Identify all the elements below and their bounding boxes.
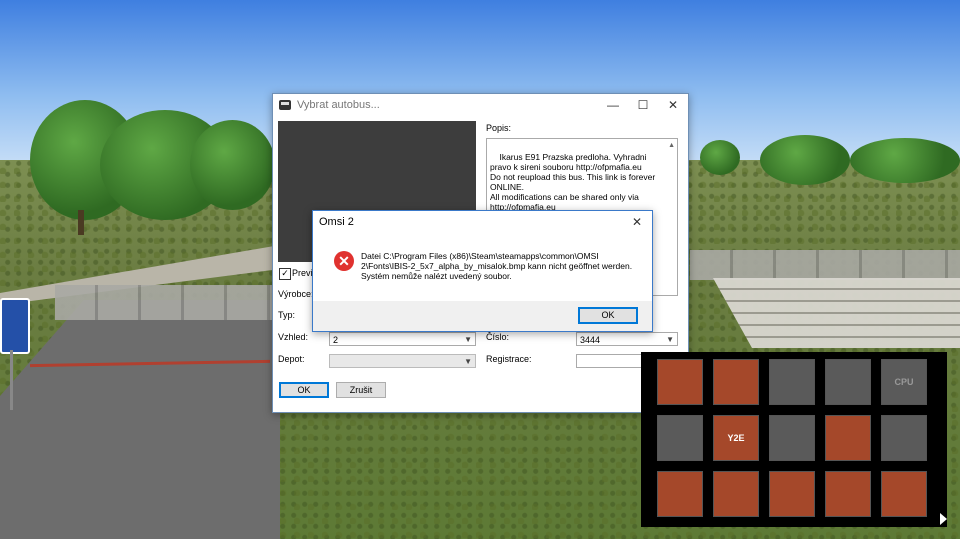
tree [760,135,850,185]
cpu-bus-icon[interactable]: CPU [881,359,927,405]
bus-change-icon[interactable] [713,359,759,405]
chevron-down-icon: ▼ [666,335,674,344]
error-message: Datei C:\Program Files (x86)\Steam\steam… [361,251,641,281]
number-value: 3444 [580,335,601,345]
error-footer: OK [313,301,652,331]
route-question-icon[interactable] [657,471,703,517]
description-label: Popis: [486,123,512,133]
appearance-label: Vzhled: [278,332,309,342]
error-message-line: Datei C:\Program Files (x86)\Steam\steam… [361,251,633,271]
registration-label: Registrace: [486,354,532,364]
sign-pole [10,350,13,410]
concrete-fence [55,285,275,320]
error-title: Omsi 2 [319,216,354,228]
chevron-down-icon: ▼ [464,357,472,366]
maximize-button[interactable]: ☐ [628,94,658,116]
bus-lights-icon[interactable] [657,359,703,405]
toolbar-expand-arrow-icon[interactable] [940,513,947,525]
error-icon: ✕ [334,251,354,271]
repair-tools-icon[interactable] [825,415,871,461]
number-label: Číslo: [486,332,510,342]
fuel-pump-icon[interactable] [881,415,927,461]
preview-checkbox[interactable]: ✓ [279,268,291,280]
appearance-select[interactable]: 2 ▼ [329,332,476,346]
y2e-display-text: Y2E [727,433,745,443]
minimize-button[interactable]: — [598,94,628,116]
bus-icon [279,100,291,110]
clock-icon[interactable] [713,471,759,517]
tree-trunk [78,210,84,235]
depot-label: Depot: [278,354,305,364]
chevron-down-icon: ▼ [464,335,472,344]
type-label: Typ: [278,310,296,320]
select-bus-titlebar[interactable]: Vybrat autobus... — ☐ ✕ [273,94,688,116]
police-car-icon[interactable] [769,415,815,461]
y2e-display-icon[interactable]: Y2E [713,415,759,461]
error-ok-button[interactable]: OK [578,307,638,324]
error-message-line: Systém nemůže nalézt uvedený soubor. [361,271,512,281]
cancel-button[interactable]: Zrušit [336,382,386,398]
cpu-bus-text: CPU [894,377,914,387]
close-button[interactable]: ✕ [658,94,688,116]
tree [850,138,960,183]
manufacturer-label: Výrobce: [278,289,314,299]
number-select[interactable]: 3444 ▼ [576,332,678,346]
depot-select[interactable]: ▼ [329,354,476,368]
description-text: Ikarus E91 Prazska predloha. Vyhradni pr… [490,152,656,212]
error-titlebar[interactable]: Omsi 2 ✕ [313,211,652,233]
ticket-machine-icon[interactable] [657,415,703,461]
appearance-value: 2 [333,335,339,345]
bus-couple-icon[interactable] [825,359,871,405]
concrete-fence [690,250,960,280]
driver-wheel-icon[interactable] [825,471,871,517]
error-dialog[interactable]: Omsi 2 ✕ ✕ Datei C:\Program Files (x86)\… [312,210,653,332]
tree [190,120,275,210]
passenger-info-icon[interactable] [881,471,927,517]
error-close-button[interactable]: ✕ [622,211,652,233]
road-sign [0,298,30,354]
bus-remove-icon[interactable] [769,359,815,405]
ok-button[interactable]: OK [279,382,329,398]
scroll-up-icon[interactable]: ▲ [668,141,675,151]
weather-icon[interactable] [769,471,815,517]
tree [700,140,740,175]
select-bus-title: Vybrat autobus... [297,99,380,111]
